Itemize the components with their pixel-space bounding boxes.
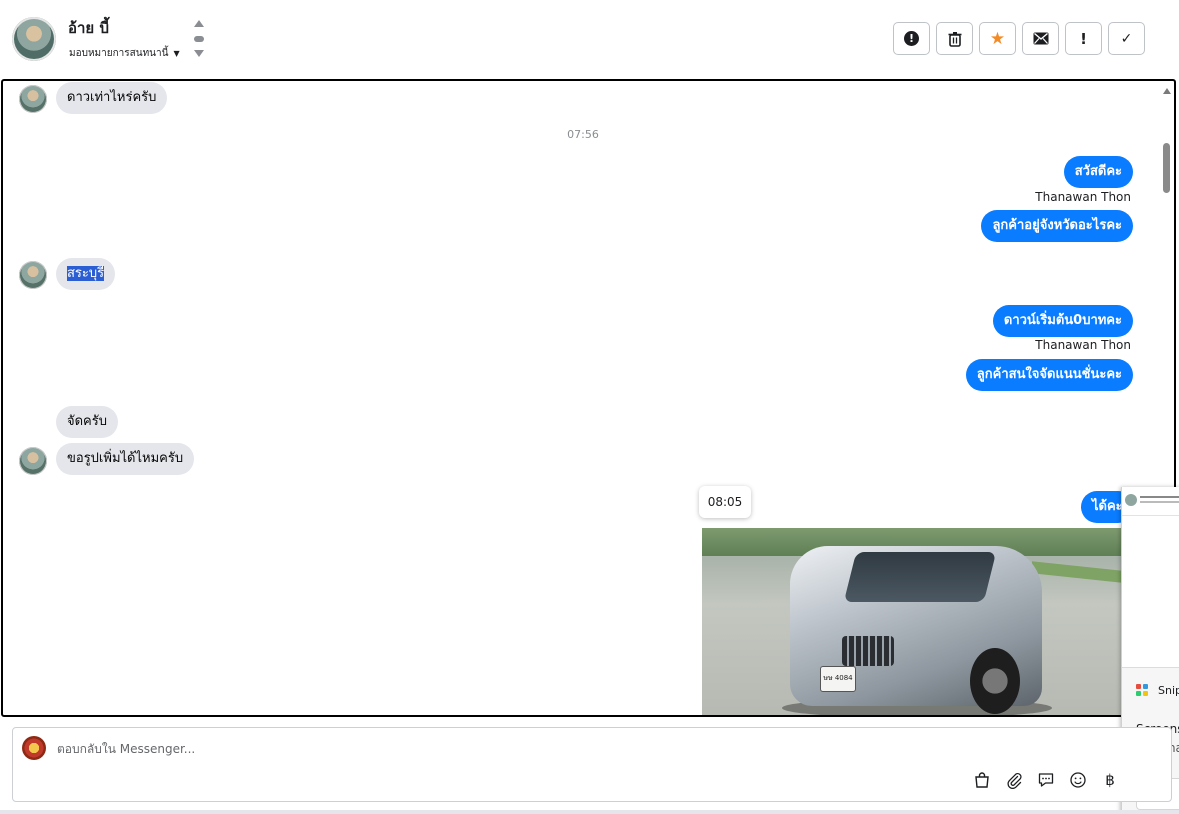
paperclip-icon[interactable] bbox=[1005, 771, 1023, 789]
conversation-toolbar: ! ★ ! ✓ bbox=[893, 22, 1145, 55]
car-photo-attachment[interactable]: ษษ 4084 bbox=[702, 528, 1122, 715]
snip-title: Snip bbox=[1158, 684, 1179, 697]
outgoing-message[interactable]: ลูกค้าสนใจจัดแนนชั่นะคะ bbox=[965, 359, 1133, 391]
baht-icon[interactable]: ฿ bbox=[1101, 771, 1119, 789]
photo-car-grille bbox=[842, 636, 894, 666]
chevron-down-icon: ▼ bbox=[173, 49, 180, 58]
exclamation-icon: ! bbox=[1080, 29, 1087, 48]
envelope-icon bbox=[1033, 32, 1048, 45]
mini-chat-header[interactable] bbox=[1122, 487, 1179, 516]
composer-toolbar: ฿ bbox=[973, 771, 1119, 789]
contact-avatar-small bbox=[19, 447, 47, 475]
saved-reply-icon[interactable] bbox=[1037, 771, 1055, 789]
contact-avatar-small bbox=[19, 85, 47, 113]
message-time-tooltip: 08:05 bbox=[699, 486, 751, 518]
snipping-tool-icon bbox=[1136, 684, 1150, 698]
star-icon: ★ bbox=[989, 28, 1006, 49]
nav-separator-icon bbox=[194, 36, 204, 42]
incoming-message[interactable]: ดาวเท่าไหร่ครับ bbox=[56, 82, 168, 114]
mark-unread-button[interactable] bbox=[1022, 22, 1059, 55]
mini-header-text bbox=[1140, 496, 1179, 498]
conversation-nav bbox=[192, 20, 206, 60]
bottom-divider bbox=[0, 810, 1179, 814]
photo-license-plate: ษษ 4084 bbox=[820, 666, 856, 692]
assign-conversation-dropdown[interactable]: มอบหมายการสนทนานี้ ▼ bbox=[69, 46, 180, 61]
emoji-icon[interactable] bbox=[1069, 771, 1087, 789]
outgoing-message[interactable]: สวัสดีคะ bbox=[1063, 156, 1133, 188]
contact-name[interactable]: อ้าย บี้ bbox=[68, 16, 109, 40]
assign-label: มอบหมายการสนทนานี้ bbox=[69, 48, 169, 59]
exclamation-circle-icon: ! bbox=[904, 31, 919, 46]
follow-up-button[interactable]: ! bbox=[1065, 22, 1102, 55]
mark-spam-button[interactable]: ! bbox=[893, 22, 930, 55]
incoming-message[interactable]: สระบุรี bbox=[56, 258, 116, 290]
page-avatar bbox=[22, 736, 46, 760]
delete-button[interactable] bbox=[936, 22, 973, 55]
checkmark-icon: ✓ bbox=[1120, 30, 1133, 47]
message-thread[interactable]: ดาวเท่าไหร่ครับ 07:56 สวัสดีคะ Thanawan … bbox=[1, 79, 1176, 717]
contact-avatar[interactable] bbox=[12, 17, 56, 61]
scrollbar-thumb[interactable] bbox=[1163, 143, 1170, 193]
star-button[interactable]: ★ bbox=[979, 22, 1016, 55]
trash-icon bbox=[948, 31, 961, 47]
bag-icon[interactable] bbox=[973, 771, 991, 789]
mini-avatar bbox=[1125, 494, 1137, 506]
photo-car-windshield bbox=[843, 552, 997, 602]
photo-car-wheel bbox=[970, 648, 1020, 714]
sender-name: Thanawan Thon bbox=[1035, 338, 1131, 352]
incoming-message[interactable]: ขอรูปเพิ่มได้ไหมครับ bbox=[56, 443, 195, 475]
baht-symbol: ฿ bbox=[1105, 771, 1115, 789]
conversation-header: อ้าย บี้ มอบหมายการสนทนานี้ ▼ ! ★ ! ✓ bbox=[0, 0, 1179, 78]
incoming-message[interactable]: จัดครับ bbox=[56, 406, 118, 438]
outgoing-message[interactable]: ดาวน์เริ่มต้น0บาทคะ bbox=[992, 305, 1133, 337]
selected-text: สระบุรี bbox=[67, 266, 105, 281]
reply-input[interactable] bbox=[57, 738, 757, 760]
previous-conversation-icon[interactable] bbox=[194, 20, 204, 27]
contact-avatar-small bbox=[19, 261, 47, 289]
message-timestamp: 07:56 bbox=[567, 128, 599, 141]
photo-grass bbox=[1032, 561, 1122, 583]
sender-name: Thanawan Thon bbox=[1035, 190, 1131, 204]
outgoing-message[interactable]: ลูกค้าอยู่จังหวัดอะไรคะ bbox=[981, 210, 1133, 242]
reply-composer: ฿ bbox=[12, 727, 1172, 802]
next-conversation-icon[interactable] bbox=[194, 50, 204, 57]
mark-done-button[interactable]: ✓ bbox=[1108, 22, 1145, 55]
scroll-up-icon[interactable] bbox=[1163, 88, 1171, 94]
